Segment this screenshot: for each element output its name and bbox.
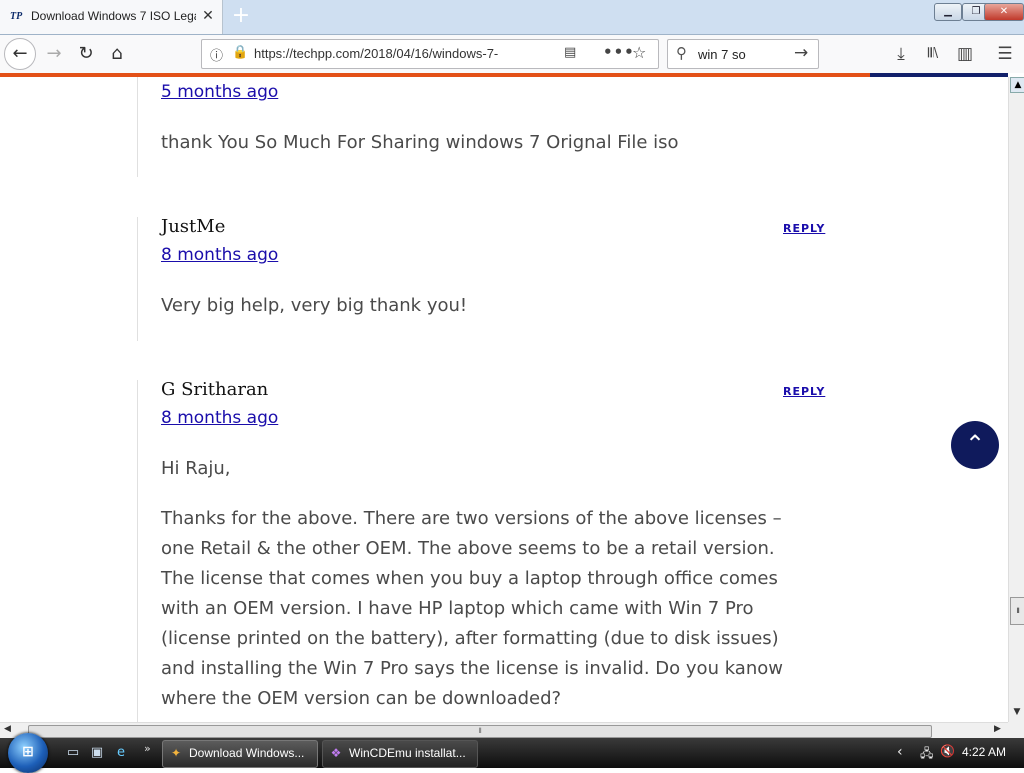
comment-author: JustMe: [161, 216, 226, 237]
taskbar-item-wincdemu[interactable]: ❖ WinCDEmu installat...: [322, 740, 478, 768]
comment-date-link[interactable]: 8 months ago: [161, 245, 278, 265]
page-actions-icon[interactable]: •••: [603, 43, 635, 61]
library-icon[interactable]: 𝄃𝄃\: [918, 38, 948, 70]
home-button[interactable]: ⌂: [101, 38, 133, 70]
page-content: 5 months ago thank You So Much For Shari…: [0, 77, 1008, 722]
comment-thread-line: [137, 380, 138, 722]
system-clock[interactable]: 4:22 AM: [962, 745, 1006, 759]
search-box[interactable]: ⚲ win 7 so →: [667, 39, 819, 69]
horizontal-scroll-thumb[interactable]: ⦀: [28, 725, 932, 738]
search-go-icon[interactable]: →: [794, 43, 808, 63]
comment-greeting: Hi Raju,: [161, 458, 231, 479]
windows-logo-icon: ⊞: [22, 744, 34, 760]
back-button[interactable]: ←: [4, 38, 36, 70]
search-input[interactable]: win 7 so: [698, 47, 746, 62]
menu-icon[interactable]: ☰: [990, 38, 1020, 70]
show-hidden-icons-icon[interactable]: ‹: [897, 744, 903, 760]
reply-link[interactable]: REPLY: [783, 385, 825, 398]
close-tab-icon[interactable]: ✕: [200, 8, 216, 24]
sidebar-icon[interactable]: ▥: [950, 38, 980, 70]
url-text[interactable]: https://techpp.com/2018/04/16/windows-7-: [254, 46, 544, 61]
address-bar[interactable]: ⓘ 🔒 https://techpp.com/2018/04/16/window…: [201, 39, 659, 69]
vertical-scrollbar[interactable]: ▲ ⦀ ▼: [1008, 77, 1024, 722]
show-desktop-icon[interactable]: ▭: [64, 744, 82, 762]
task-label: WinCDEmu installat...: [349, 746, 466, 760]
horizontal-scrollbar[interactable]: ◀ ⦀ ▶: [0, 722, 1008, 739]
downloads-icon[interactable]: ⤓: [886, 38, 916, 70]
lock-icon: 🔒: [232, 45, 249, 60]
comment-author: G Sritharan: [161, 379, 269, 400]
forward-button[interactable]: →: [38, 38, 70, 70]
comment-text: Thanks for the above. There are two vers…: [161, 508, 783, 709]
volume-muted-icon[interactable]: 🔇: [940, 744, 955, 758]
scroll-to-top-button[interactable]: ⌃: [951, 421, 999, 469]
installer-task-icon: ❖: [330, 746, 342, 760]
comment-date-link[interactable]: 8 months ago: [161, 408, 278, 428]
new-tab-button[interactable]: +: [230, 5, 252, 27]
reload-button[interactable]: ↻: [70, 38, 102, 70]
comment-thread-line: [137, 77, 138, 177]
site-info-icon[interactable]: ⓘ: [210, 45, 223, 64]
internet-explorer-icon[interactable]: e: [112, 744, 130, 762]
start-button[interactable]: ⊞: [8, 733, 48, 773]
search-icon: ⚲: [676, 44, 687, 62]
taskbar-item-firefox[interactable]: ✦ Download Windows...: [162, 740, 318, 768]
scrollbar-corner: [1008, 722, 1024, 738]
minimize-button[interactable]: ▁: [934, 3, 962, 21]
comment-thread-line: [137, 217, 138, 341]
network-icon[interactable]: 🖧: [920, 744, 933, 765]
navigation-toolbar: ← → ↻ ⌂ ⓘ 🔒 https://techpp.com/2018/04/1…: [0, 35, 1024, 73]
tab-title: Download Windows 7 ISO Lega: [31, 9, 196, 23]
taskbar: ⊞ ▭ ▣ e » ✦ Download Windows... ❖ WinCDE…: [0, 733, 1024, 773]
close-window-button[interactable]: ✕: [984, 3, 1024, 21]
bookmark-star-icon[interactable]: ☆: [632, 43, 646, 62]
reader-view-icon[interactable]: ▤: [564, 45, 576, 60]
switch-windows-icon[interactable]: ▣: [88, 744, 106, 762]
reply-link[interactable]: REPLY: [783, 222, 825, 235]
tab-bar: TP Download Windows 7 ISO Lega ✕ + ▁ ❐ ✕: [0, 0, 1024, 35]
vertical-scroll-thumb[interactable]: ⦀: [1010, 597, 1024, 625]
comment-date-link[interactable]: 5 months ago: [161, 82, 278, 102]
scroll-down-arrow-icon[interactable]: ▼: [1010, 705, 1024, 719]
quick-launch-chevron-icon[interactable]: »: [144, 742, 151, 755]
firefox-task-icon: ✦: [170, 746, 182, 760]
comment-text: Very big help, very big thank you!: [161, 295, 468, 316]
scroll-right-arrow-icon[interactable]: ▶: [994, 724, 1001, 734]
comment-text: thank You So Much For Sharing windows 7 …: [161, 132, 679, 153]
task-label: Download Windows...: [189, 746, 305, 760]
scroll-up-arrow-icon[interactable]: ▲: [1010, 77, 1024, 93]
tab-active[interactable]: TP Download Windows 7 ISO Lega ✕: [0, 0, 223, 34]
scroll-left-arrow-icon[interactable]: ◀: [4, 724, 11, 734]
site-favicon-icon: TP: [10, 11, 23, 22]
